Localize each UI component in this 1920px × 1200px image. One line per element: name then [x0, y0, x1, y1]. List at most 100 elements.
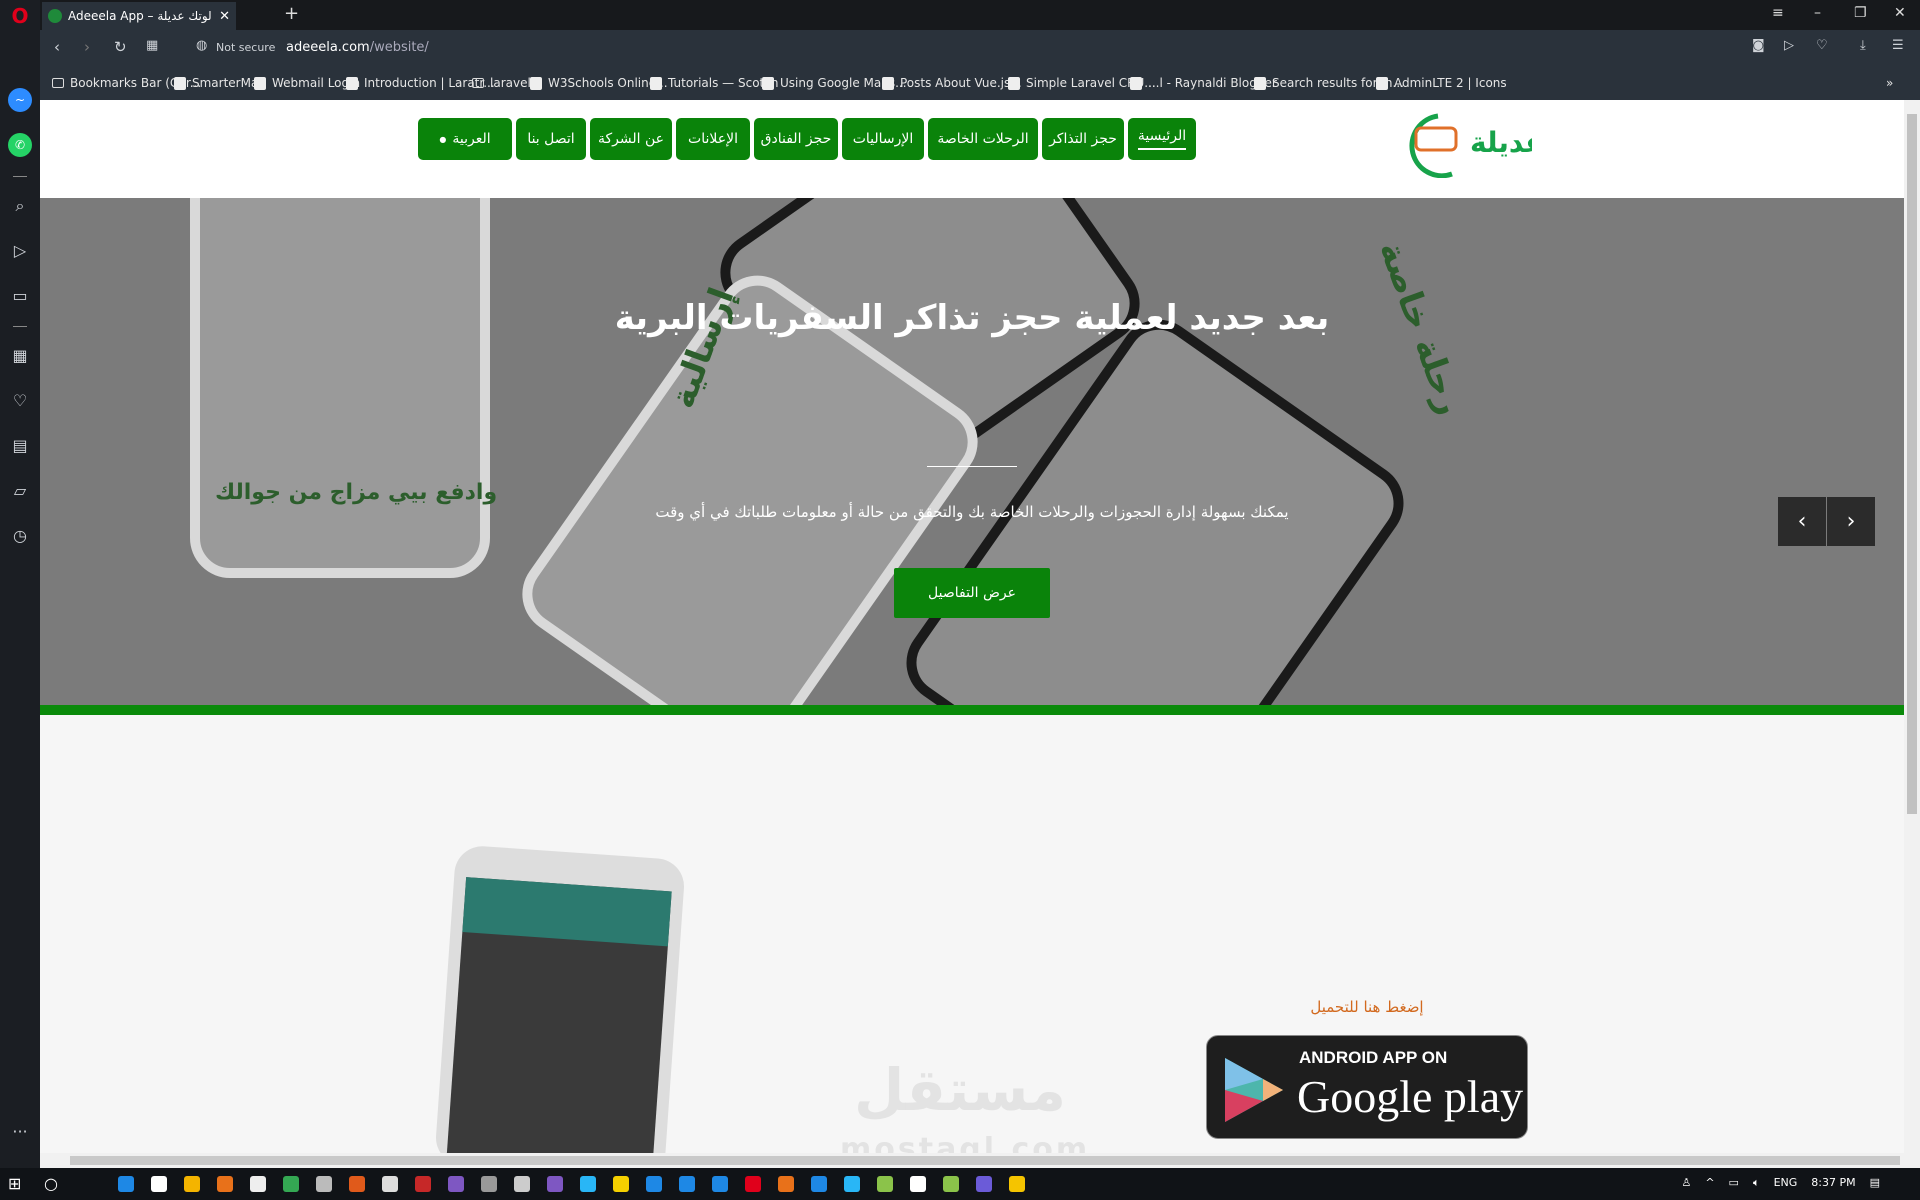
taskbar-app-icon[interactable] — [844, 1176, 860, 1192]
url-input[interactable]: adeeela.com/website/ — [286, 40, 429, 55]
close-tab-icon[interactable]: ✕ — [219, 9, 230, 24]
taskbar-app-icon[interactable] — [217, 1176, 233, 1192]
restore-icon[interactable]: ❐ — [1854, 5, 1867, 21]
google-play-badge[interactable]: ANDROID APP ON Google play — [1206, 1035, 1528, 1139]
nav-item[interactable]: اتصل بنا — [516, 118, 586, 160]
taskbar-app-icon[interactable] — [745, 1176, 761, 1192]
taskbar-app-icon[interactable] — [349, 1176, 365, 1192]
adeeela-logo[interactable]: عديلة — [1408, 108, 1532, 178]
taskbar-app-icon[interactable] — [316, 1176, 332, 1192]
url-host: adeeela.com — [286, 40, 370, 55]
taskbar-app-icon[interactable] — [151, 1176, 167, 1192]
bookmark-item[interactable]: AdminLTE 2 | Icons — [1376, 76, 1507, 90]
history-icon[interactable]: ◷ — [8, 524, 32, 548]
taskbar-app-icon[interactable] — [679, 1176, 695, 1192]
tray-chevron-icon[interactable]: ^ — [1705, 1176, 1714, 1190]
nav-item[interactable]: الإعلانات — [676, 118, 750, 160]
taskbar-app-icon[interactable] — [283, 1176, 299, 1192]
taskbar-app-icon[interactable] — [778, 1176, 794, 1192]
page-icon — [1376, 76, 1388, 90]
taskbar-app-icon[interactable] — [877, 1176, 893, 1192]
new-tab-icon[interactable]: + — [284, 3, 299, 24]
nav-item[interactable]: الإرساليات — [842, 118, 924, 160]
taskbar-app-icon[interactable] — [712, 1176, 728, 1192]
flow-icon[interactable]: ▷ — [1784, 38, 1794, 53]
taskbar-app-icon[interactable] — [118, 1176, 134, 1192]
taskbar-app-icon[interactable] — [811, 1176, 827, 1192]
search-icon[interactable]: ⌕ — [8, 194, 32, 218]
easy-setup-icon[interactable]: ☰ — [1892, 38, 1904, 53]
nav-label: عن الشركة — [597, 131, 664, 147]
tab-grid-icon[interactable]: ▦ — [146, 38, 158, 53]
close-window-icon[interactable]: ✕ — [1894, 5, 1906, 21]
snapshot-icon[interactable]: ◙ — [1752, 38, 1765, 53]
taskbar-app-icon[interactable] — [1009, 1176, 1025, 1192]
taskbar-app-icon[interactable] — [184, 1176, 200, 1192]
security-indicator[interactable]: Not secure — [216, 41, 275, 54]
nav-item[interactable]: الرحلات الخاصة — [928, 118, 1038, 160]
heart-icon[interactable]: ♡ — [8, 389, 32, 413]
reload-icon[interactable]: ↻ — [114, 38, 127, 56]
taskbar-app-icon[interactable] — [481, 1176, 497, 1192]
messenger-icon[interactable]: ~ — [8, 88, 32, 112]
vertical-scrollbar[interactable] — [1904, 100, 1920, 1153]
taskbar-app-icon[interactable] — [613, 1176, 629, 1192]
forward-icon[interactable]: › — [84, 38, 90, 56]
nav-item[interactable]: عن الشركة — [590, 118, 672, 160]
bookmark-label: Posts About Vue.js... — [900, 76, 1022, 90]
network-icon[interactable]: ▭ — [1729, 1176, 1739, 1190]
bookmark-item[interactable]: laravel — [472, 76, 531, 90]
taskbar-app-icon[interactable] — [547, 1176, 563, 1192]
system-tray: ♙ ^ ▭ 🔈︎ ENG 8:37 PM ▤ — [1681, 1176, 1880, 1190]
carousel-next-button[interactable]: › — [1827, 497, 1875, 546]
taskbar-app-icon[interactable] — [382, 1176, 398, 1192]
volume-icon[interactable]: 🔈︎ — [1753, 1176, 1760, 1190]
taskbar-app-icon[interactable] — [646, 1176, 662, 1192]
bookmark-item[interactable]: Webmail Login — [254, 76, 360, 90]
taskbar-app-icon[interactable] — [250, 1176, 266, 1192]
wallet-icon[interactable]: ▭ — [8, 284, 32, 308]
nav-item[interactable]: ● العربية — [418, 118, 512, 160]
tab-menu-icon[interactable]: ≡ — [1772, 5, 1784, 21]
whatsapp-icon[interactable]: ✆ — [8, 133, 32, 157]
notifications-icon[interactable]: ▤ — [1870, 1176, 1880, 1190]
clock[interactable]: 8:37 PM — [1811, 1176, 1855, 1190]
opera-logo-icon[interactable]: O — [8, 4, 32, 28]
browser-tab[interactable]: Adeeela App – لوتك عديلة ✕ — [42, 2, 236, 30]
taskbar-app-icon[interactable] — [514, 1176, 530, 1192]
bookmark-heart-icon[interactable]: ♡ — [1816, 38, 1828, 53]
taskbar-app-icon[interactable] — [976, 1176, 992, 1192]
nav-label: الإرساليات — [852, 131, 914, 147]
people-icon[interactable]: ♙ — [1681, 1176, 1691, 1190]
bookmark-item[interactable]: Posts About Vue.js... — [882, 76, 1022, 90]
horizontal-scrollbar[interactable] — [40, 1153, 1920, 1168]
download-icon[interactable]: ⤓ — [1860, 38, 1866, 53]
bookmark-item[interactable]: Tutorials — Scotch — [650, 76, 778, 90]
view-details-button[interactable]: عرض التفاصيل — [894, 568, 1050, 618]
bookmark-item[interactable]: W3Schools Online... — [530, 76, 668, 90]
language-indicator[interactable]: ENG — [1774, 1176, 1798, 1190]
more-icon[interactable]: ··· — [8, 1120, 32, 1144]
news-icon[interactable]: ▤ — [8, 434, 32, 458]
more-bookmarks-button[interactable]: » — [1886, 76, 1893, 90]
back-icon[interactable]: ‹ — [54, 38, 60, 56]
cortana-icon[interactable]: ○ — [44, 1174, 64, 1194]
speed-dial-icon[interactable]: ▦ — [8, 344, 32, 368]
bookmark-item[interactable]: SmarterMail — [174, 76, 265, 90]
taskbar-app-icon[interactable] — [415, 1176, 431, 1192]
page-icon — [530, 76, 542, 90]
windows-start-icon[interactable]: ⊞ — [8, 1174, 28, 1194]
taskbar-app-icon[interactable] — [910, 1176, 926, 1192]
minimize-icon[interactable]: – — [1814, 5, 1821, 21]
nav-item[interactable]: حجز التذاكر — [1042, 118, 1124, 160]
taskbar-app-icon[interactable] — [448, 1176, 464, 1192]
taskbar-app-icon[interactable] — [580, 1176, 596, 1192]
send-icon[interactable]: ▷ — [8, 239, 32, 263]
site-favicon-icon — [48, 9, 62, 23]
nav-item[interactable]: حجز الفنادق — [754, 118, 838, 160]
nav-item[interactable]: الرئيسية — [1128, 118, 1196, 160]
carousel-prev-button[interactable]: ‹ — [1778, 497, 1826, 546]
taskbar-app-icon[interactable] — [943, 1176, 959, 1192]
tab-title: Adeeela App – لوتك عديلة — [68, 9, 212, 23]
tabs-icon[interactable]: ▱ — [8, 479, 32, 503]
